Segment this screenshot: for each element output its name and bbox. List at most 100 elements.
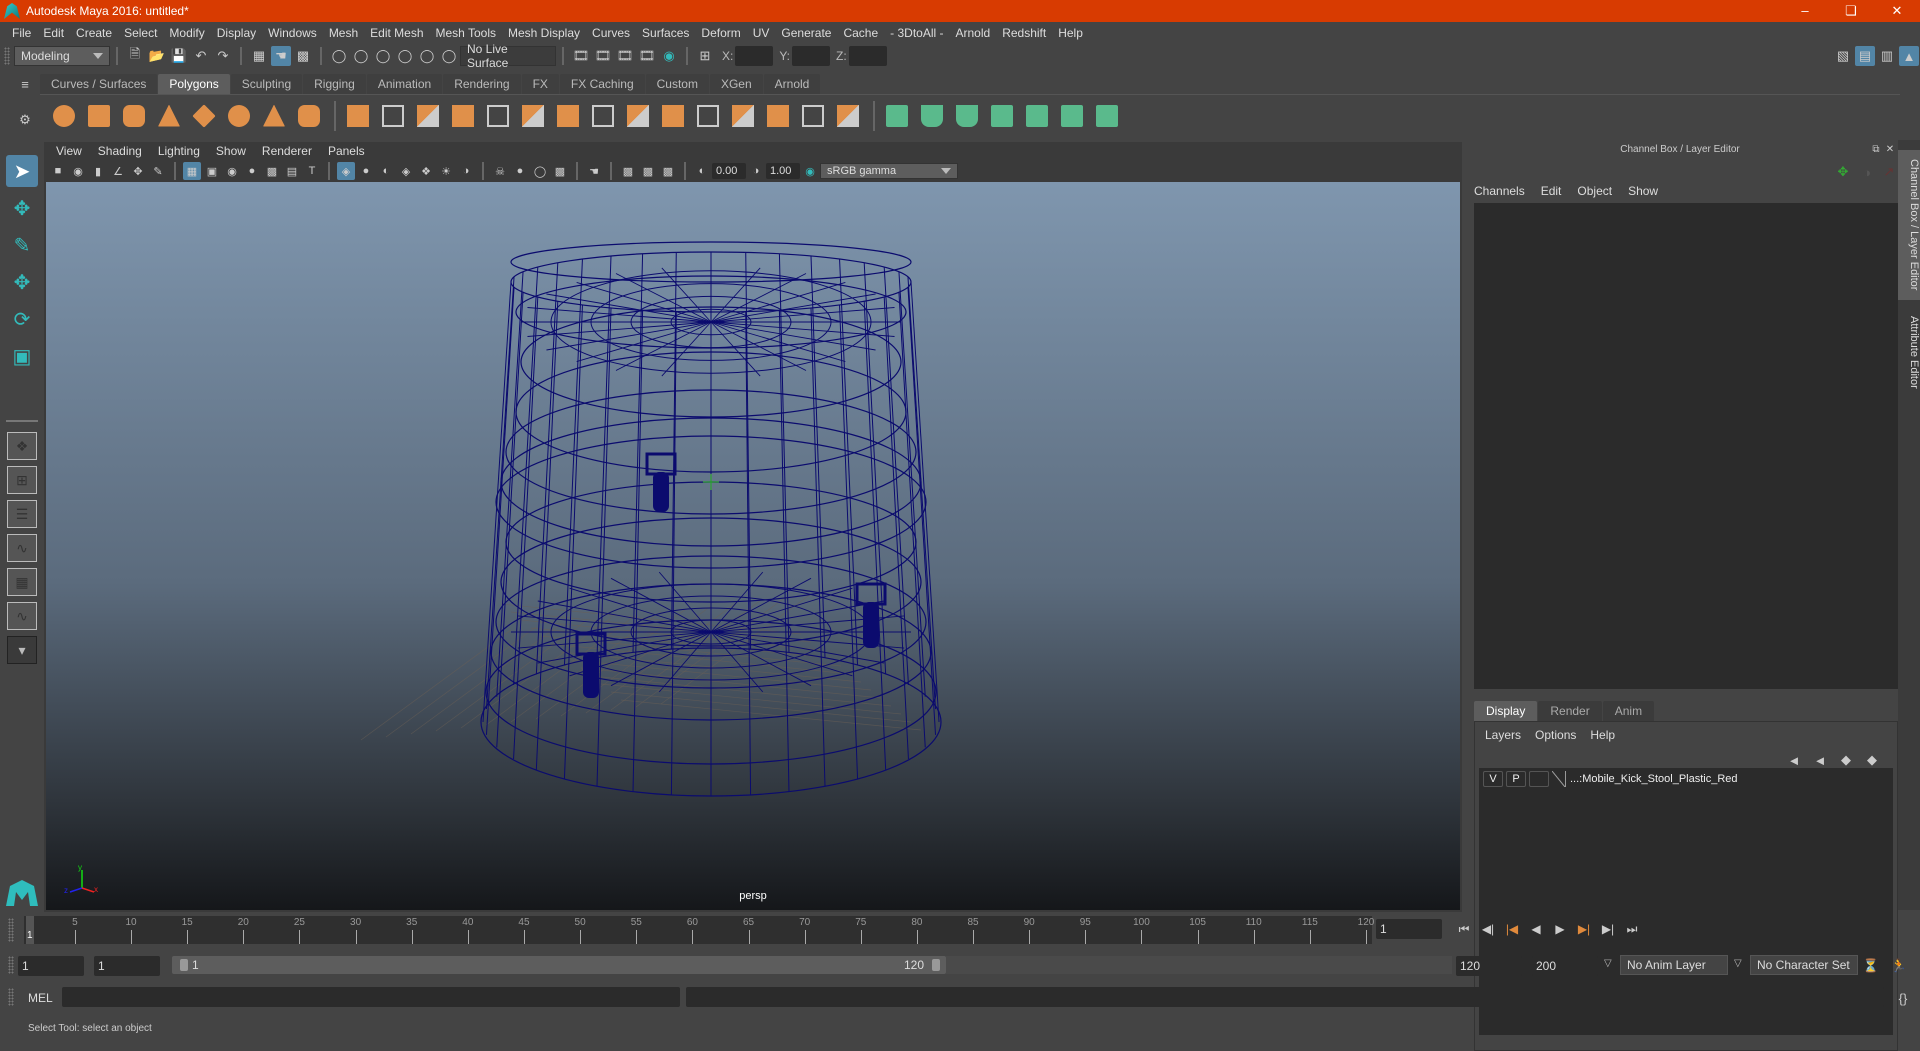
shelf-settings-gear-icon[interactable]: ⚙ — [15, 110, 35, 130]
color-management-toggle-icon[interactable]: ◉ — [801, 162, 819, 180]
make-live-icon[interactable]: ◯ — [417, 46, 437, 66]
float-panel-icon[interactable]: ⧉ — [1869, 142, 1883, 156]
anti-aliasing-icon[interactable]: ◯ — [531, 162, 549, 180]
xray-joints-icon[interactable]: ▩ — [659, 162, 677, 180]
layer-visibility-toggle[interactable]: V — [1483, 771, 1503, 787]
shelf-tabs-menu-icon[interactable]: ≡ — [15, 74, 35, 94]
layer-menu-layers[interactable]: Layers — [1485, 728, 1521, 742]
step-back-key-icon[interactable]: |◀ — [1501, 919, 1523, 939]
menu-edit[interactable]: Edit — [37, 26, 70, 40]
menu-modify[interactable]: Modify — [163, 26, 210, 40]
outliner-persp-layout-icon[interactable]: ☰ — [7, 500, 37, 528]
2d-pan-zoom-icon[interactable]: ✥ — [129, 162, 147, 180]
y-input[interactable] — [792, 46, 831, 66]
rotate-tool-icon[interactable]: ⟳ — [6, 303, 38, 335]
range-start-handle[interactable] — [180, 959, 188, 971]
mirror-icon[interactable] — [412, 100, 444, 132]
command-line-grip[interactable] — [8, 988, 14, 1006]
menu-mesh-tools[interactable]: Mesh Tools — [430, 26, 502, 40]
shelf-tab-custom[interactable]: Custom — [645, 74, 709, 94]
channel-box-menu-channels[interactable]: Channels — [1474, 184, 1525, 198]
motion-blur-icon[interactable]: ● — [511, 162, 529, 180]
menu-redshift[interactable]: Redshift — [996, 26, 1052, 40]
spherical-uv-icon[interactable] — [951, 100, 983, 132]
tab-channel-box-layer-editor[interactable]: Channel Box / Layer Editor — [1898, 150, 1920, 300]
animation-end-input[interactable]: 200 — [1532, 956, 1598, 976]
menu-surfaces[interactable]: Surfaces — [636, 26, 695, 40]
z-input[interactable] — [848, 46, 887, 66]
range-slider-grip[interactable] — [8, 956, 14, 974]
menu-windows[interactable]: Windows — [262, 26, 323, 40]
scale-tool-icon[interactable]: ▣ — [6, 340, 38, 372]
menu-display[interactable]: Display — [211, 26, 262, 40]
command-language-label[interactable]: MEL — [28, 991, 53, 1005]
hypershade-persp-layout-icon[interactable]: ▦ — [7, 568, 37, 596]
character-set-chevron-icon[interactable]: ▽ — [1734, 958, 1742, 969]
menu-create[interactable]: Create — [70, 26, 118, 40]
shelf-tab-curves-surfaces[interactable]: Curves / Surfaces — [40, 74, 158, 94]
status-line-grip[interactable] — [4, 47, 10, 65]
automatic-uv-icon[interactable] — [986, 100, 1018, 132]
shelf-tab-sculpting[interactable]: Sculpting — [230, 74, 303, 94]
script-editor-icon[interactable]: {} — [1893, 988, 1913, 1008]
poly-torus-icon[interactable] — [223, 100, 255, 132]
smooth-icon[interactable] — [447, 100, 479, 132]
auto-key-icon[interactable]: ⏳ — [1861, 956, 1881, 976]
close-button[interactable]: ✕ — [1874, 3, 1920, 19]
layer-color-swatch[interactable] — [1552, 771, 1566, 787]
layer-menu-help[interactable]: Help — [1590, 728, 1615, 742]
four-view-layout-icon[interactable]: ⊞ — [7, 466, 37, 494]
new-scene-icon[interactable]: 🗎 — [125, 46, 145, 66]
manipulator-icon[interactable]: ✥ — [1833, 162, 1853, 182]
shelf-tab-xgen[interactable]: XGen — [709, 74, 763, 94]
hyper-icon[interactable]: ↗ — [1879, 162, 1899, 182]
step-forward-key-icon[interactable]: ▶| — [1573, 919, 1595, 939]
select-component-icon[interactable]: ▩ — [293, 46, 313, 66]
screen-space-ao-icon[interactable]: ☠ — [491, 162, 509, 180]
textured-icon[interactable]: ❖ — [417, 162, 435, 180]
panel-menu-view[interactable]: View — [48, 144, 90, 160]
redo-icon[interactable]: ↷ — [213, 46, 233, 66]
close-panel-icon[interactable]: ✕ — [1883, 142, 1897, 156]
select-hierarchy-icon[interactable]: ▦ — [249, 46, 269, 66]
unfold-uv-icon[interactable] — [1021, 100, 1053, 132]
select-camera-icon[interactable]: ■ — [49, 162, 67, 180]
uv-editor-icon[interactable] — [1056, 100, 1088, 132]
persp-outliner-graph-layout-icon[interactable]: ∿ — [7, 602, 37, 630]
safe-title-icon[interactable]: T — [303, 162, 321, 180]
poly-pipe-icon[interactable] — [293, 100, 325, 132]
anim-layer-dropdown[interactable]: No Anim Layer — [1620, 955, 1728, 975]
attribute-editor-toggle-icon[interactable]: ▤ — [1855, 46, 1875, 66]
planar-uv-icon[interactable] — [881, 100, 913, 132]
animation-preferences-icon[interactable]: 🏃 — [1889, 956, 1909, 976]
tool-settings-toggle-icon[interactable]: ▥ — [1877, 46, 1897, 66]
menu-curves[interactable]: Curves — [586, 26, 636, 40]
menu-help[interactable]: Help — [1052, 26, 1089, 40]
open-scene-icon[interactable]: 📂 — [147, 46, 167, 66]
menu-generate[interactable]: Generate — [775, 26, 837, 40]
depth-of-field-icon[interactable]: ▩ — [551, 162, 569, 180]
menu-file[interactable]: File — [6, 26, 37, 40]
panel-menu-panels[interactable]: Panels — [320, 144, 373, 160]
append-icon[interactable] — [832, 100, 864, 132]
default-material-icon[interactable]: ◐ — [377, 162, 395, 180]
layer-tab-anim[interactable]: Anim — [1602, 701, 1655, 721]
xray-icon[interactable]: ▩ — [619, 162, 637, 180]
channel-box-toggle-icon[interactable]: ▲ — [1899, 46, 1919, 66]
layer-tab-display[interactable]: Display — [1474, 701, 1538, 721]
safe-action-icon[interactable]: ▤ — [283, 162, 301, 180]
move-tool-icon[interactable]: ✥ — [6, 266, 38, 298]
poly-pyramid-icon[interactable] — [258, 100, 290, 132]
animation-start-input[interactable]: 1 — [18, 956, 84, 976]
poly-cone-icon[interactable] — [153, 100, 185, 132]
wireframe-icon[interactable]: ◈ — [337, 162, 355, 180]
ipr-render-icon[interactable]: 🎞 — [615, 46, 635, 66]
resolution-gate-icon[interactable]: ◉ — [223, 162, 241, 180]
xray-active-components-icon[interactable]: ▩ — [639, 162, 657, 180]
save-scene-icon[interactable]: 💾 — [169, 46, 189, 66]
bookmark-icon[interactable]: ▮ — [89, 162, 107, 180]
merge-icon[interactable] — [762, 100, 794, 132]
extrude-icon[interactable] — [517, 100, 549, 132]
menu-select[interactable]: Select — [118, 26, 163, 40]
playback-start-input[interactable]: 1 — [94, 956, 160, 976]
